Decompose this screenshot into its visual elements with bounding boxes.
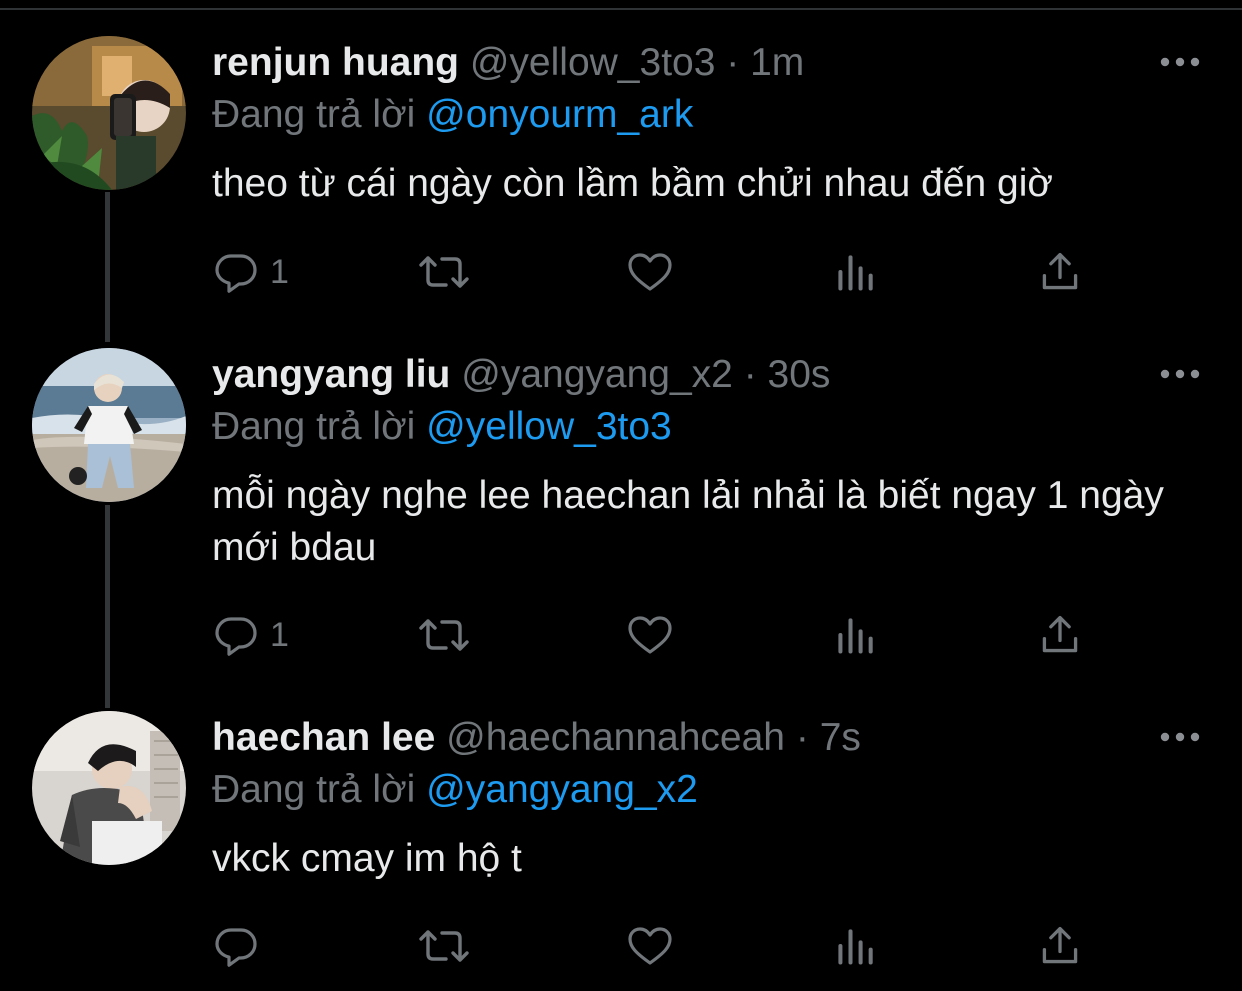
display-name[interactable]: haechan lee [212, 716, 435, 759]
reply-bubble-icon [215, 617, 257, 656]
avatar[interactable] [32, 348, 186, 502]
avatar[interactable] [32, 711, 186, 865]
avatar[interactable] [32, 36, 186, 190]
more-horizontal-icon [1160, 732, 1200, 742]
user-handle[interactable]: @yangyang_x2 [461, 353, 733, 396]
more-button[interactable] [1152, 359, 1208, 389]
reply-count: 1 [270, 252, 289, 291]
share-button[interactable] [1038, 247, 1082, 297]
share-button[interactable] [1038, 610, 1082, 660]
share-button[interactable] [1038, 921, 1082, 971]
timestamp[interactable]: 1m [750, 41, 804, 84]
reply-bubble-icon [215, 928, 257, 967]
share-upload-icon [1042, 926, 1078, 964]
retweet-button[interactable] [416, 921, 472, 971]
timestamp[interactable]: 30s [768, 353, 831, 396]
retweet-icon [419, 930, 469, 962]
replying-to-label: Đang trả lời [212, 405, 416, 448]
avatar-photo-beach [32, 348, 186, 502]
timestamp[interactable]: 7s [820, 716, 861, 759]
avatar-photo-indoor [32, 711, 186, 865]
reply-to-mention[interactable]: @yangyang_x2 [426, 768, 698, 811]
reply-button[interactable]: 1 [212, 247, 289, 297]
replying-to-label: Đang trả lời [212, 768, 416, 811]
like-button[interactable] [626, 921, 674, 971]
views-button[interactable] [834, 610, 878, 660]
replying-to-label: Đang trả lời [212, 93, 416, 136]
reply-button[interactable]: 1 [212, 610, 289, 660]
replying-to: Đang trả lời @onyourm_ark [212, 92, 693, 138]
analytics-bars-icon [838, 929, 873, 965]
tweet-text: theo từ cái ngày còn lầm bầm chửi nhau đ… [212, 162, 1053, 205]
more-horizontal-icon [1160, 369, 1200, 379]
share-upload-icon [1042, 252, 1078, 290]
user-handle[interactable]: @yellow_3to3 [470, 41, 716, 84]
tweet-header: haechan lee @haechannahceah · 7s [212, 715, 861, 761]
avatar-photo-selfie [32, 36, 186, 190]
like-button[interactable] [626, 610, 674, 660]
heart-icon [628, 927, 672, 965]
thread-connector-line [105, 505, 110, 708]
thread-connector-line [105, 192, 110, 342]
analytics-bars-icon [838, 618, 873, 654]
top-divider [0, 8, 1242, 10]
reply-count: 1 [270, 615, 289, 654]
heart-icon [628, 616, 672, 654]
share-upload-icon [1042, 615, 1078, 653]
separator: · [795, 716, 809, 759]
views-button[interactable] [834, 921, 878, 971]
reply-to-mention[interactable]: @yellow_3to3 [426, 405, 672, 448]
tweet-header: renjun huang @yellow_3to3 · 1m [212, 40, 804, 86]
user-handle[interactable]: @haechannahceah [446, 716, 785, 759]
action-bar: 1 [212, 247, 1092, 297]
reply-button[interactable] [212, 921, 270, 971]
display-name[interactable]: renjun huang [212, 41, 459, 84]
heart-icon [628, 253, 672, 291]
more-horizontal-icon [1160, 57, 1200, 67]
display-name[interactable]: yangyang liu [212, 353, 450, 396]
tweet-header: yangyang liu @yangyang_x2 · 30s [212, 352, 830, 398]
more-button[interactable] [1152, 722, 1208, 752]
replying-to: Đang trả lời @yangyang_x2 [212, 767, 698, 813]
retweet-button[interactable] [416, 247, 472, 297]
views-button[interactable] [834, 247, 878, 297]
separator: · [743, 353, 757, 396]
reply-to-mention[interactable]: @onyourm_ark [426, 93, 693, 136]
retweet-button[interactable] [416, 610, 472, 660]
action-bar [212, 921, 1092, 971]
replying-to: Đang trả lời @yellow_3to3 [212, 404, 672, 450]
tweet-text: mỗi ngày nghe lee haechan lải nhải là bi… [212, 474, 1164, 569]
more-button[interactable] [1152, 47, 1208, 77]
retweet-icon [419, 256, 469, 288]
retweet-icon [419, 619, 469, 651]
tweet-text: vkck cmay im hộ t [212, 837, 522, 880]
reply-bubble-icon [215, 254, 257, 293]
separator: · [726, 41, 740, 84]
like-button[interactable] [626, 247, 674, 297]
action-bar: 1 [212, 610, 1092, 660]
analytics-bars-icon [838, 255, 873, 291]
